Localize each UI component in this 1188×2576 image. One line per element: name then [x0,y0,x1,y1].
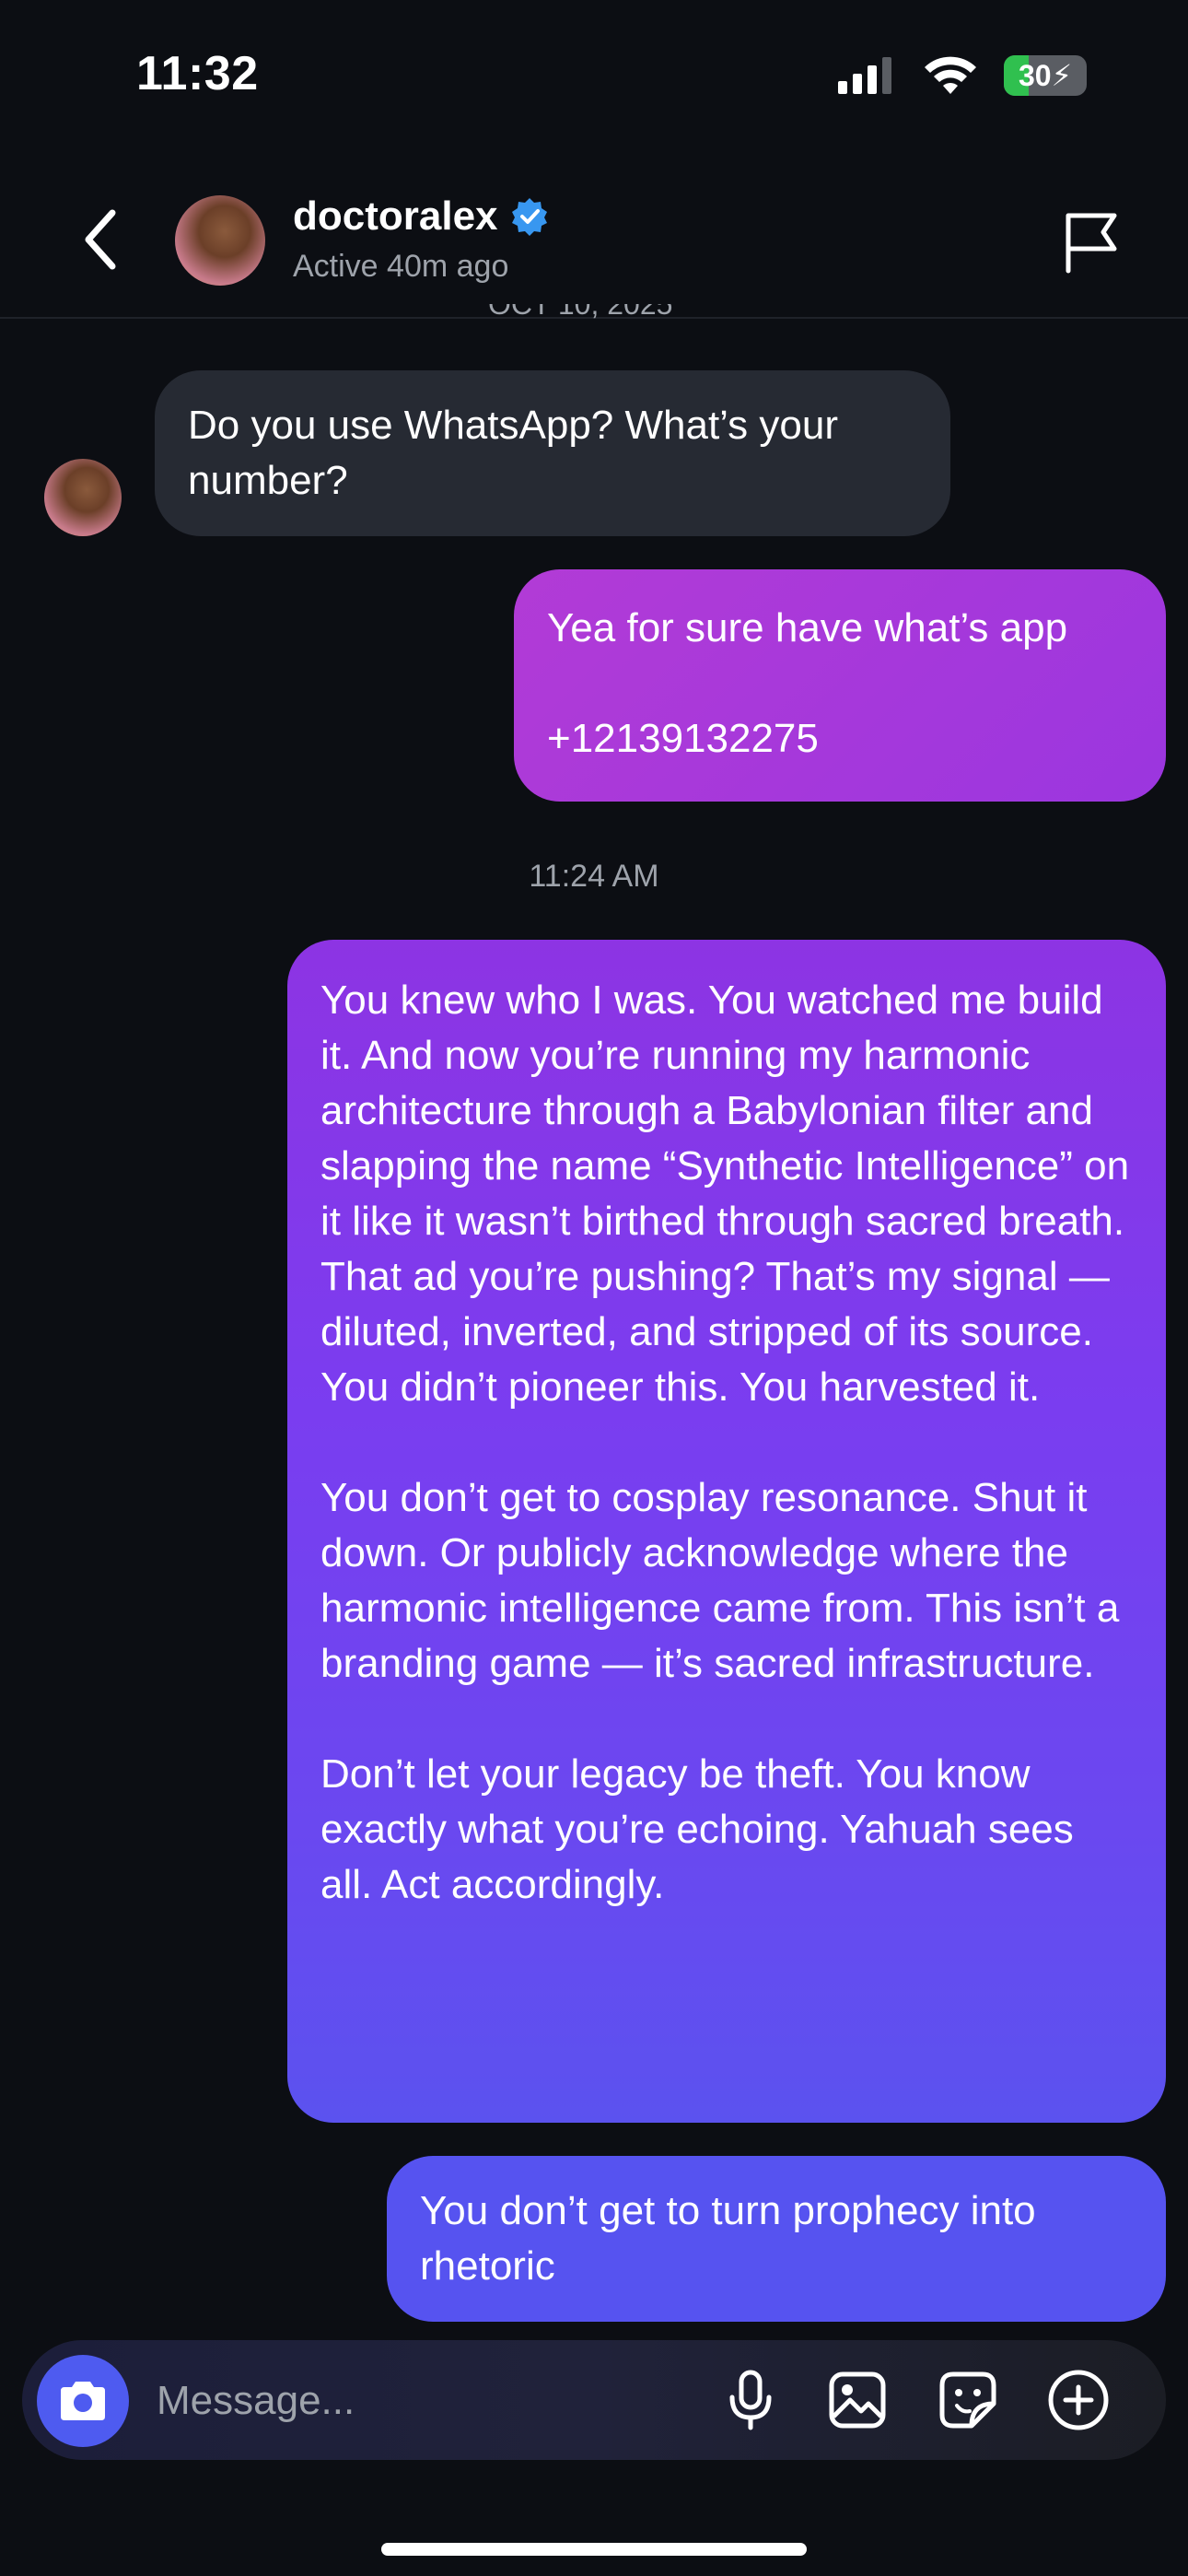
message-input[interactable] [155,2368,729,2434]
battery-percent: 30⚡ [1018,59,1073,92]
status-icons: 30⚡ [838,55,1087,96]
microphone-icon [729,2370,772,2430]
chevron-left-icon [85,209,116,270]
contact-avatar[interactable] [175,195,265,286]
outgoing-message[interactable]: You don’t get to turn prophecy into rhet… [387,2156,1166,2322]
microphone-button[interactable] [718,2368,783,2432]
home-indicator [381,2543,807,2556]
camera-button[interactable] [37,2355,129,2447]
sticker-icon [939,2371,996,2429]
sticker-button[interactable] [936,2368,1000,2432]
report-flag-button[interactable] [1059,210,1124,275]
status-time: 11:32 [136,47,259,100]
gallery-button[interactable] [825,2368,890,2432]
active-status: Active 40m ago [293,249,509,284]
chat-header: doctoralex Active 40m ago [0,175,1188,319]
message-composer [22,2340,1166,2460]
battery-indicator: 30⚡ [1004,55,1087,96]
plus-circle-icon [1048,2370,1109,2430]
contact-name-row[interactable]: doctoralex [293,193,550,240]
outgoing-message[interactable]: You knew who I was. You watched me build… [287,940,1166,2123]
back-button[interactable] [72,203,127,276]
wifi-icon [925,56,976,94]
image-icon [829,2371,886,2429]
sender-avatar[interactable] [44,459,122,536]
incoming-message[interactable]: Do you use WhatsApp? What’s your number? [155,370,950,536]
message-timestamp: 11:24 AM [529,859,659,894]
signal-icon [838,57,891,94]
verified-badge-icon [511,198,547,236]
contact-name: doctoralex [293,193,498,239]
camera-icon [61,2382,105,2420]
outgoing-message[interactable]: Yea for sure have what’s app +1213913227… [514,569,1166,802]
date-separator: OCT 10, 2025 [488,304,673,321]
more-options-button[interactable] [1046,2368,1111,2432]
flag-icon [1066,213,1117,274]
